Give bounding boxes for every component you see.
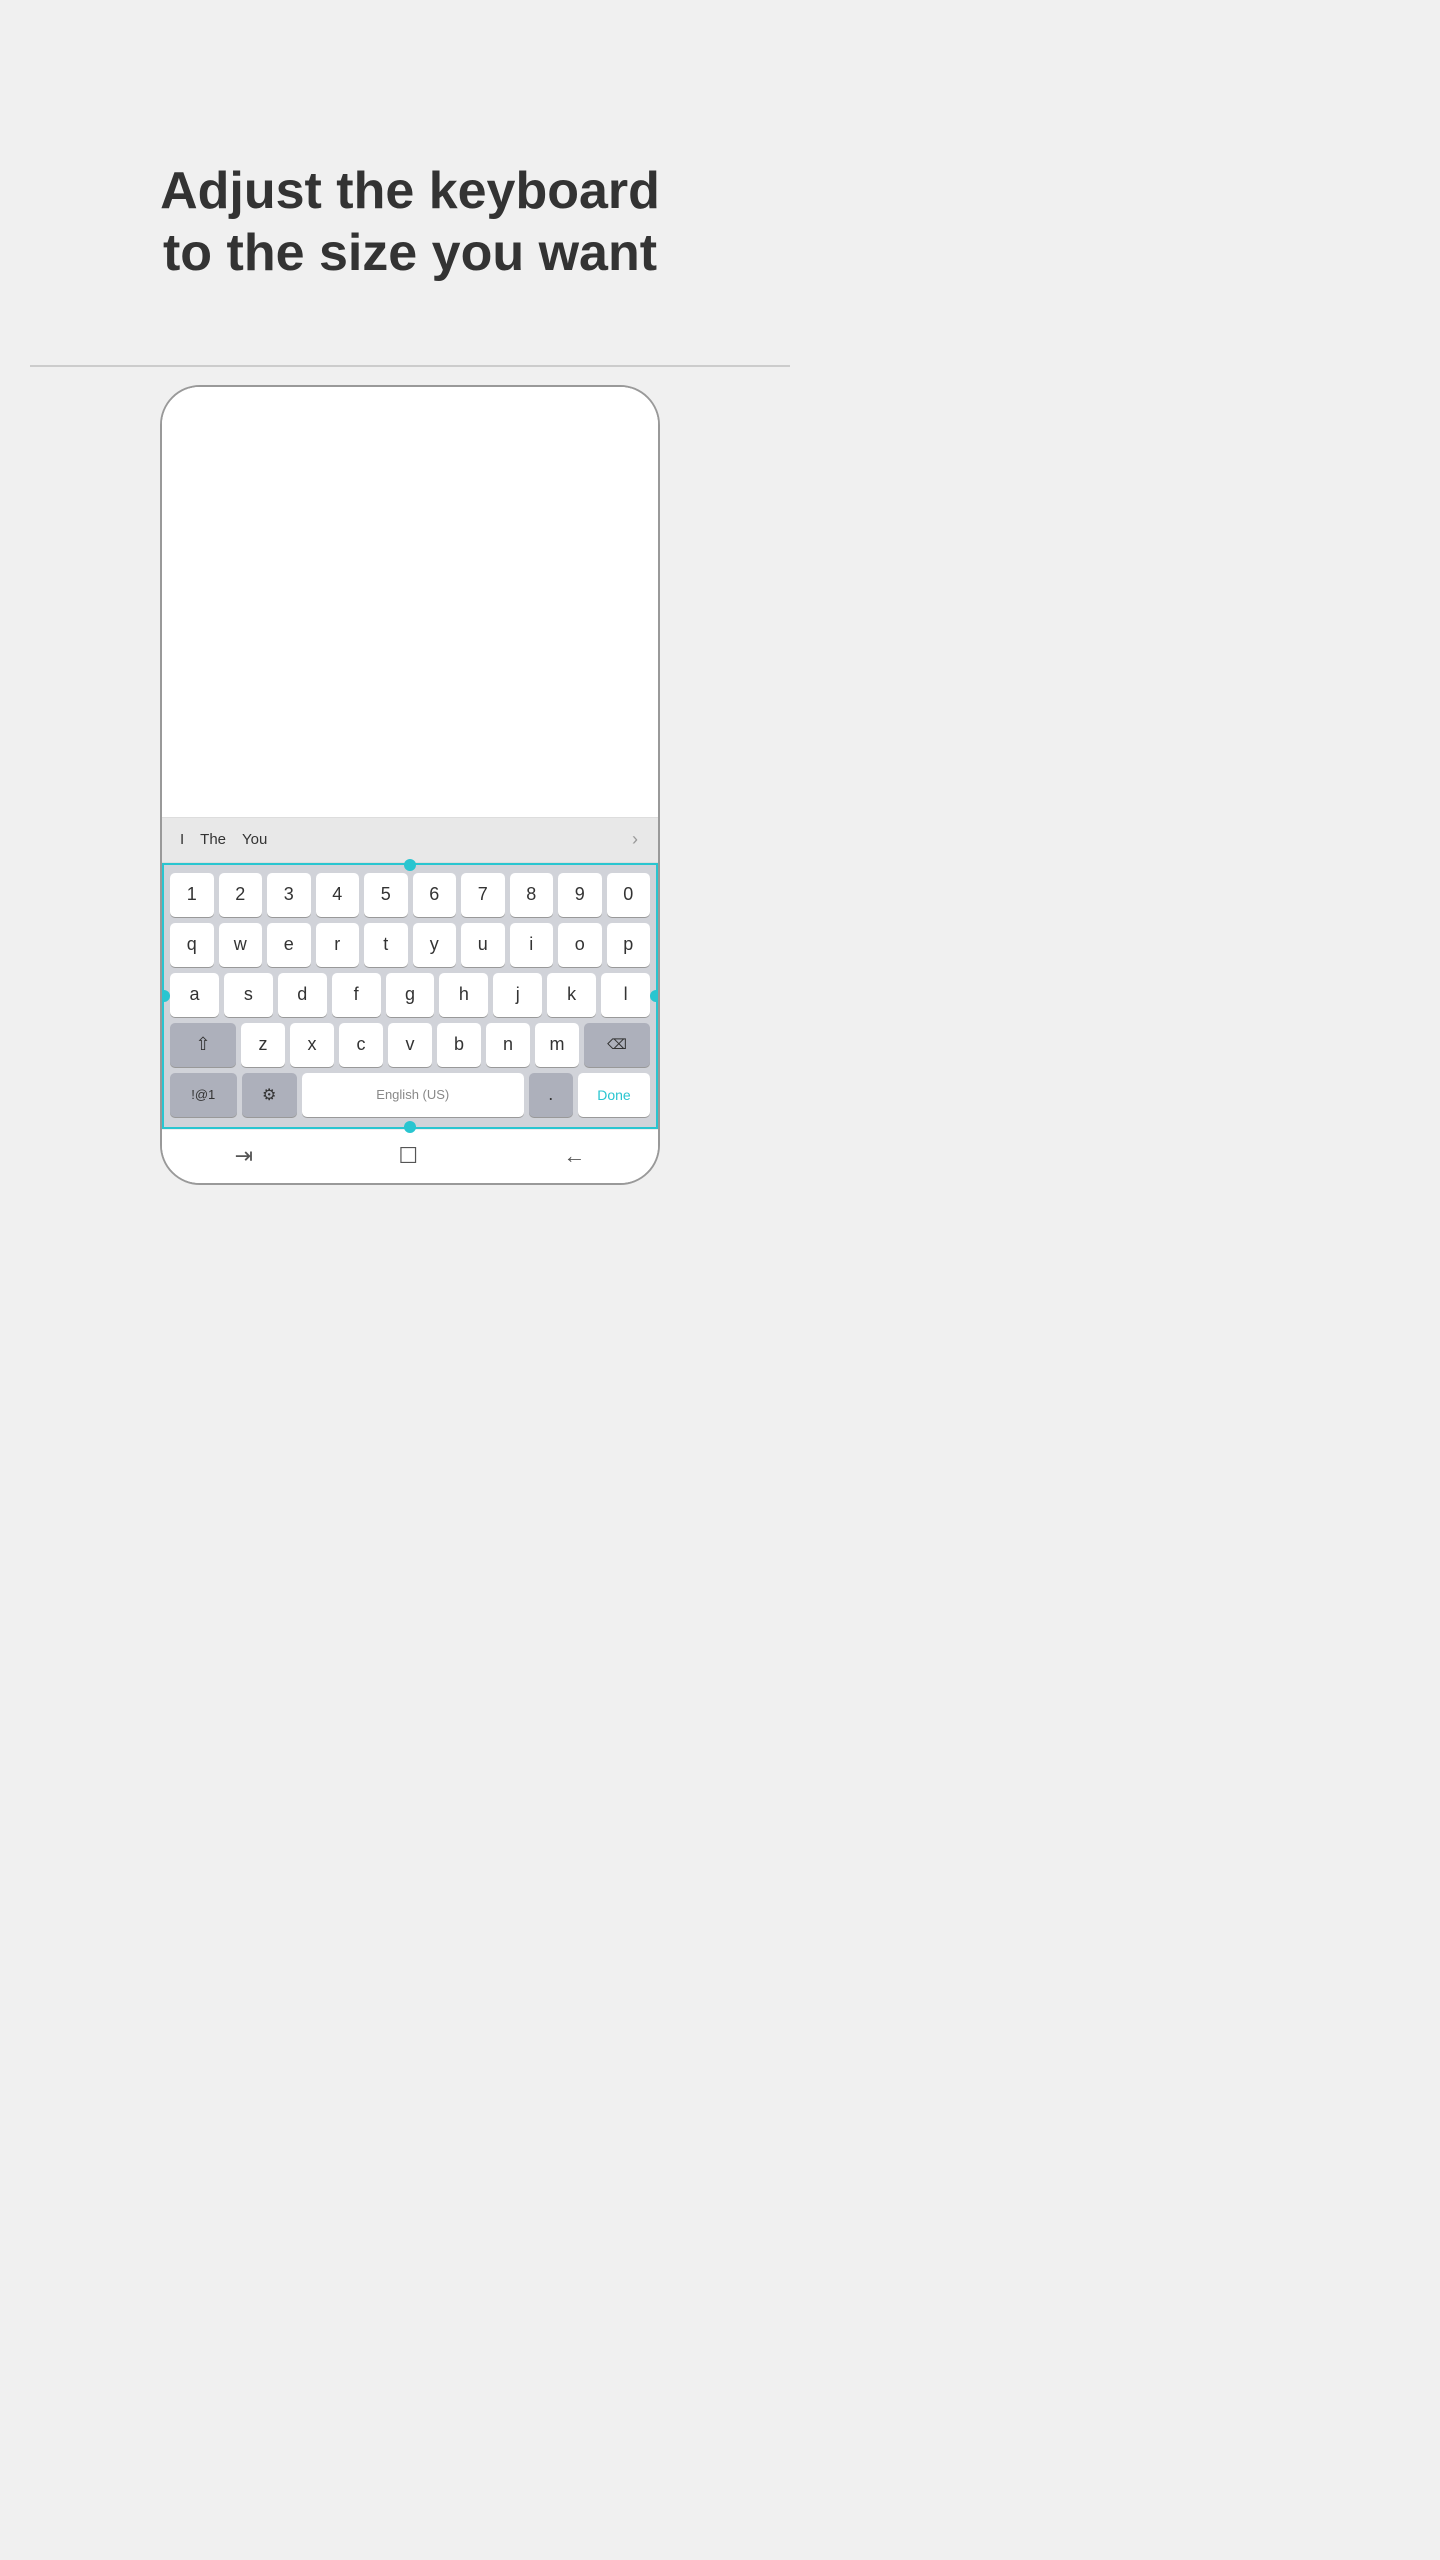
resize-handle-top[interactable] — [404, 859, 416, 871]
resize-handle-left[interactable] — [160, 990, 170, 1002]
key-l[interactable]: l — [601, 973, 650, 1017]
key-0[interactable]: 0 — [607, 873, 651, 917]
symbols-key[interactable]: !@1 — [170, 1073, 237, 1117]
key-p[interactable]: p — [607, 923, 651, 967]
key-2[interactable]: 2 — [219, 873, 263, 917]
key-d[interactable]: d — [278, 973, 327, 1017]
nav-recent-apps-icon[interactable]: ⇥ — [235, 1143, 253, 1169]
resize-handle-right[interactable] — [650, 990, 660, 1002]
key-x[interactable]: x — [290, 1023, 334, 1067]
key-9[interactable]: 9 — [558, 873, 602, 917]
key-g[interactable]: g — [386, 973, 435, 1017]
key-6[interactable]: 6 — [413, 873, 457, 917]
key-s[interactable]: s — [224, 973, 273, 1017]
key-8[interactable]: 8 — [510, 873, 554, 917]
key-c[interactable]: c — [339, 1023, 383, 1067]
key-t[interactable]: t — [364, 923, 408, 967]
key-y[interactable]: y — [413, 923, 457, 967]
key-4[interactable]: 4 — [316, 873, 360, 917]
key-7[interactable]: 7 — [461, 873, 505, 917]
phone-frame: I The You › 1 2 3 4 5 — [160, 385, 660, 1185]
key-u[interactable]: u — [461, 923, 505, 967]
suggestion-bar: I The You › — [162, 817, 658, 863]
key-5[interactable]: 5 — [364, 873, 408, 917]
resize-handle-bottom[interactable] — [404, 1121, 416, 1133]
backspace-key[interactable]: ⌫ — [584, 1023, 650, 1067]
suggestion-item-1[interactable]: I — [172, 831, 192, 848]
key-z[interactable]: z — [241, 1023, 285, 1067]
phone-mockup: I The You › 1 2 3 4 5 — [110, 365, 710, 1185]
key-row-qwerty: q w e r t y u i o p — [170, 923, 650, 967]
key-row-asdf: a s d f g h j k l — [170, 973, 650, 1017]
key-q[interactable]: q — [170, 923, 214, 967]
key-h[interactable]: h — [439, 973, 488, 1017]
key-row-zxcv: ⇧ z x c v b n m ⌫ — [170, 1023, 650, 1067]
key-w[interactable]: w — [219, 923, 263, 967]
suggestion-item-2[interactable]: The — [192, 831, 234, 848]
key-o[interactable]: o — [558, 923, 602, 967]
key-f[interactable]: f — [332, 973, 381, 1017]
phone-screen: I The You › 1 2 3 4 5 — [162, 387, 658, 1183]
key-v[interactable]: v — [388, 1023, 432, 1067]
period-key[interactable]: . — [529, 1073, 573, 1117]
key-k[interactable]: k — [547, 973, 596, 1017]
key-n[interactable]: n — [486, 1023, 530, 1067]
suggestion-arrow[interactable]: › — [632, 829, 648, 850]
done-key[interactable]: Done — [578, 1073, 650, 1117]
suggestion-item-3[interactable]: You — [234, 831, 275, 848]
text-area — [162, 387, 658, 817]
key-r[interactable]: r — [316, 923, 360, 967]
key-a[interactable]: a — [170, 973, 219, 1017]
key-j[interactable]: j — [493, 973, 542, 1017]
key-row-bottom: !@1 ⚙ English (US) . Done — [170, 1073, 650, 1117]
key-1[interactable]: 1 — [170, 873, 214, 917]
shift-key[interactable]: ⇧ — [170, 1023, 236, 1067]
key-m[interactable]: m — [535, 1023, 579, 1067]
settings-key[interactable]: ⚙ — [242, 1073, 297, 1117]
key-row-numbers: 1 2 3 4 5 6 7 8 9 0 — [170, 873, 650, 917]
key-3[interactable]: 3 — [267, 873, 311, 917]
page-title: Adjust the keyboard to the size you want — [110, 160, 710, 285]
space-key[interactable]: English (US) — [302, 1073, 524, 1117]
keyboard: 1 2 3 4 5 6 7 8 9 0 q w — [170, 873, 650, 1117]
key-e[interactable]: e — [267, 923, 311, 967]
keyboard-resize-container: 1 2 3 4 5 6 7 8 9 0 q w — [162, 863, 658, 1129]
nav-bar: ⇥ ☐ ← — [162, 1129, 658, 1183]
nav-back-icon[interactable]: ← — [563, 1143, 585, 1169]
key-b[interactable]: b — [437, 1023, 481, 1067]
key-i[interactable]: i — [510, 923, 554, 967]
divider-line — [30, 365, 790, 367]
nav-home-icon[interactable]: ☐ — [398, 1143, 418, 1169]
